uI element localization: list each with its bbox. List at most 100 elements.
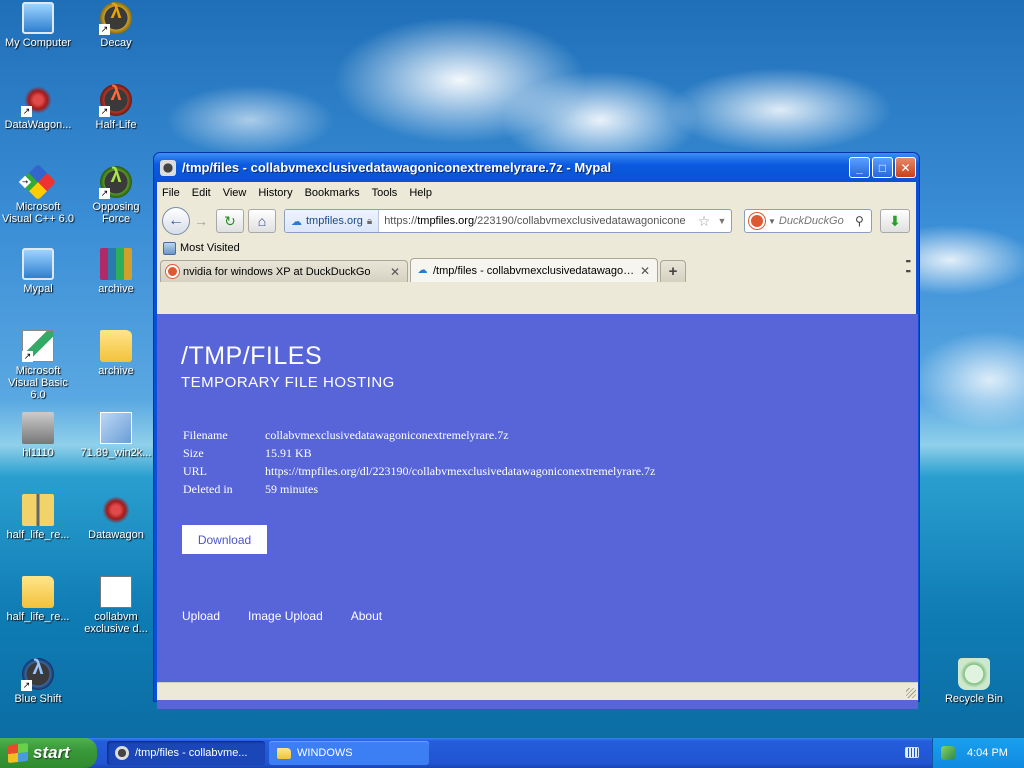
desktop-icon-datawagon[interactable]: Datawagon [78, 494, 154, 541]
desktop-icon-visual-basic[interactable]: Microsoft Visual Basic 6.0 [0, 330, 76, 401]
forward-arrow-icon[interactable]: → [194, 213, 212, 229]
folder-icon [22, 576, 54, 608]
lock-icon: 🔒︎ [366, 215, 373, 227]
url-path: /223190/collabvmexclusivedatawagonicone [474, 215, 686, 227]
mypal-app-icon[interactable] [160, 159, 176, 176]
desktop-icon-blue-shift[interactable]: Blue Shift [0, 658, 76, 705]
folder-icon [100, 330, 132, 362]
desktop-icon-nvidia-driver[interactable]: 71.89_win2k... [78, 412, 154, 459]
desktop-icon-mypal[interactable]: Mypal [0, 248, 76, 295]
opposing-force-icon [99, 166, 132, 199]
menu-help[interactable]: Help [409, 187, 432, 199]
recycle-bin-icon [958, 658, 990, 690]
desktop-icon-opposing-force[interactable]: Opposing Force [78, 166, 154, 225]
search-bar[interactable]: ▼ ⚲ [744, 209, 872, 233]
tab-strip: nvidia for windows XP at DuckDuckGo ✕ ☁ … [157, 256, 916, 282]
upload-link[interactable]: Upload [182, 609, 220, 623]
file-info-value: collabvmexclusivedatawagoniconextremelyr… [265, 428, 509, 442]
zip-archive-icon [22, 494, 54, 526]
image-upload-link[interactable]: Image Upload [248, 609, 323, 623]
clock[interactable]: 4:04 PM [967, 747, 1008, 759]
windows-logo-icon [8, 742, 28, 764]
desktop-icon-half-life[interactable]: Half-Life [78, 84, 154, 131]
file-info-table: Filename collabvmexclusivedatawagonicone… [183, 428, 655, 500]
title-bar[interactable]: /tmp/files - collabvmexclusivedatawagoni… [154, 153, 919, 182]
winrar-archive-icon [100, 248, 132, 280]
engine-chevron-down-icon[interactable]: ▼ [768, 217, 776, 226]
downloads-icon[interactable]: ⬇ [880, 209, 910, 233]
url-bar[interactable]: ☁ tmpfiles.org 🔒︎ https://tmpfiles.org/2… [284, 209, 732, 233]
tab-label: nvidia for windows XP at DuckDuckGo [183, 265, 371, 278]
desktop-icon-hl1110[interactable]: hl1110 [0, 412, 76, 459]
maximize-button[interactable]: □ [872, 157, 893, 178]
desktop-icon-archive-rar[interactable]: archive [78, 248, 154, 295]
about-link[interactable]: About [351, 609, 382, 623]
desktop-icon-half-life-folder[interactable]: half_life_re... [0, 576, 76, 623]
taskbar-button-browser[interactable]: /tmp/files - collabvme... [107, 741, 265, 765]
tab-tmpfiles[interactable]: ☁ /tmp/files - collabvmexclusivedatawago… [410, 258, 658, 282]
window-title: /tmp/files - collabvmexclusivedatawagoni… [182, 160, 612, 175]
back-arrow-icon[interactable]: ← [162, 207, 190, 235]
status-bar [157, 682, 918, 700]
taskbar-button-windows-folder[interactable]: WINDOWS [269, 741, 429, 765]
duckduckgo-icon[interactable] [749, 213, 765, 229]
desktop-icon-datawagon-shortcut[interactable]: DataWagon... [0, 84, 76, 131]
home-icon[interactable]: ⌂ [248, 209, 276, 233]
file-info-value: https://tmpfiles.org/dl/223190/collabvme… [265, 464, 656, 478]
menu-tools[interactable]: Tools [372, 187, 398, 199]
mypal-icon [22, 248, 54, 280]
browser-client: File Edit View History Bookmarks Tools H… [157, 182, 918, 709]
folder-icon [277, 747, 291, 759]
bookmarks-toolbar: Most Visited [157, 238, 916, 258]
chevron-down-icon[interactable]: ▼ [713, 216, 731, 226]
url-text[interactable]: https://tmpfiles.org/223190/collabvmexcl… [379, 215, 695, 227]
task-label: /tmp/files - collabvme... [135, 747, 248, 759]
reload-icon[interactable]: ↻ [216, 209, 244, 233]
taskbar: start /tmp/files - collabvme... WINDOWS … [0, 738, 1024, 768]
table-row: Size 15.91 KB [183, 446, 655, 464]
cloud-icon: ☁ [417, 265, 428, 276]
computer-icon [22, 2, 54, 34]
tab-duckduckgo[interactable]: nvidia for windows XP at DuckDuckGo ✕ [160, 260, 408, 282]
tab-label: /tmp/files - collabvmexclusivedatawagoni… [433, 264, 638, 277]
search-icon[interactable]: ⚲ [855, 214, 871, 228]
search-input[interactable] [778, 215, 855, 227]
start-button[interactable]: start [0, 738, 97, 768]
bookmark-star-icon[interactable]: ☆ [695, 213, 713, 230]
desktop-icon-collabvm-exclusive[interactable]: collabvm exclusive d... [78, 576, 154, 635]
close-tab-icon[interactable]: ✕ [638, 264, 652, 278]
desktop-icon-my-computer[interactable]: My Computer [0, 2, 76, 49]
menu-bar: File Edit View History Bookmarks Tools H… [157, 182, 916, 204]
minimize-button[interactable]: _ [849, 157, 870, 178]
visual-basic-icon [22, 330, 54, 362]
tab-list-icon[interactable]: ▪▪ ▪▪ [906, 256, 911, 276]
menu-file[interactable]: File [162, 187, 180, 199]
system-tray: 4:04 PM [932, 738, 1024, 768]
download-button[interactable]: Download [182, 525, 267, 554]
half-life-decay-icon [99, 2, 132, 35]
desktop-icon-half-life-zip[interactable]: half_life_re... [0, 494, 76, 541]
menu-view[interactable]: View [223, 187, 247, 199]
start-label: start [33, 743, 70, 762]
table-row: Filename collabvmexclusivedatawagonicone… [183, 428, 655, 446]
desktop-icon-decay[interactable]: Decay [78, 2, 154, 49]
file-info-key: Deleted in [183, 482, 233, 496]
file-info-key: URL [183, 464, 207, 478]
keyboard-icon[interactable] [905, 747, 919, 758]
desktop-icon-visual-cpp[interactable]: Microsoft Visual C++ 6.0 [0, 163, 76, 225]
desktop-icon-archive-folder[interactable]: archive [78, 330, 154, 377]
bookmark-most-visited[interactable]: Most Visited [180, 242, 240, 254]
navigation-toolbar: ← → ↻ ⌂ ☁ tmpfiles.org 🔒︎ https://tmpfil… [157, 204, 916, 238]
blue-shift-icon [21, 658, 54, 691]
page-title: /TMP/FILES [181, 342, 323, 370]
new-tab-plus-icon[interactable]: + [660, 260, 686, 282]
menu-edit[interactable]: Edit [192, 187, 211, 199]
resize-grip-icon[interactable] [906, 688, 916, 698]
network-icon[interactable] [941, 746, 955, 760]
close-tab-icon[interactable]: ✕ [388, 265, 402, 279]
desktop-icon-recycle-bin[interactable]: Recycle Bin [936, 658, 1012, 705]
menu-history[interactable]: History [258, 187, 292, 199]
menu-bookmarks[interactable]: Bookmarks [305, 187, 360, 199]
close-button[interactable]: ✕ [895, 157, 916, 178]
site-identity-button[interactable]: ☁ tmpfiles.org 🔒︎ [285, 210, 380, 232]
